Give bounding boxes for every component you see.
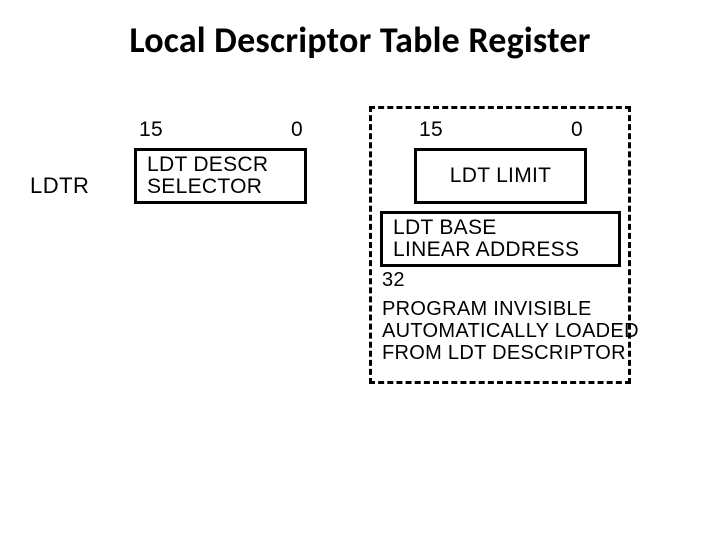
ldt-base-line1: LDT BASE [393, 217, 579, 239]
left-bit-low: 0 [291, 118, 303, 142]
ldt-selector-line2: SELECTOR [147, 176, 268, 198]
program-invisible-note: PROGRAM INVISIBLE AUTOMATICALLY LOADED F… [382, 298, 639, 364]
ldt-base-bits: 32 [382, 270, 405, 290]
page-title: Local Descriptor Table Register [0, 18, 720, 62]
ldt-selector-line1: LDT DESCR [147, 154, 268, 176]
right-bit-high: 15 [419, 118, 443, 142]
ldt-limit-box: LDT LIMIT [414, 148, 587, 204]
ldt-base-box: LDT BASE LINEAR ADDRESS [380, 211, 621, 267]
left-bit-high: 15 [139, 118, 163, 142]
ldt-selector-box: LDT DESCR SELECTOR [134, 148, 307, 204]
ldt-limit-label: LDT LIMIT [450, 165, 552, 187]
register-name-label: LDTR [30, 173, 89, 199]
note-line1: PROGRAM INVISIBLE [382, 298, 639, 320]
ldt-base-line2: LINEAR ADDRESS [393, 239, 579, 261]
right-bit-low: 0 [571, 118, 583, 142]
slide: Local Descriptor Table Register LDTR 15 … [0, 0, 720, 540]
note-line3: FROM LDT DESCRIPTOR [382, 342, 639, 364]
note-line2: AUTOMATICALLY LOADED [382, 320, 639, 342]
